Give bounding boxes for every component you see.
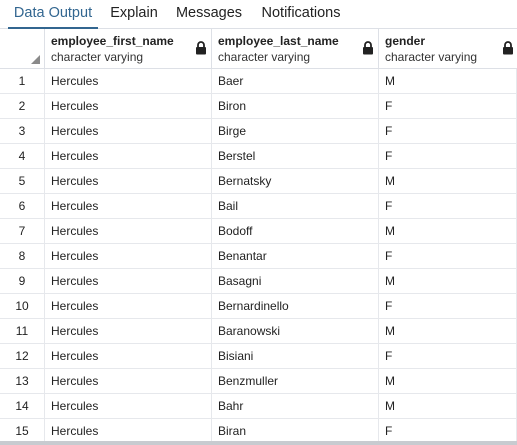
cell-employee-first-name[interactable]: Hercules bbox=[45, 94, 212, 118]
cell-employee-last-name[interactable]: Baranowski bbox=[212, 319, 379, 343]
cell-gender[interactable]: F bbox=[379, 119, 517, 143]
column-type: character varying bbox=[385, 50, 478, 64]
row-number[interactable]: 2 bbox=[0, 94, 45, 118]
cell-gender[interactable]: F bbox=[379, 144, 517, 168]
row-number[interactable]: 10 bbox=[0, 294, 45, 318]
grid-body: 1 Hercules Baer M 2 Hercules Biron F 3 Hercules Bi… bbox=[0, 69, 517, 444]
cell-employee-first-name[interactable]: Hercules bbox=[45, 169, 212, 193]
cell-gender[interactable]: M bbox=[379, 169, 517, 193]
cell-gender[interactable]: M bbox=[379, 319, 517, 343]
cell-gender[interactable]: M bbox=[379, 69, 517, 93]
column-header-employee-last-name[interactable]: employee_last_name character varying bbox=[212, 29, 379, 69]
cell-employee-last-name[interactable]: Bernatsky bbox=[212, 169, 379, 193]
cell-employee-first-name[interactable]: Hercules bbox=[45, 194, 212, 218]
table-row[interactable]: 8 Hercules Benantar F bbox=[0, 244, 517, 269]
cell-employee-last-name[interactable]: Benantar bbox=[212, 244, 379, 268]
table-row[interactable]: 11 Hercules Baranowski M bbox=[0, 319, 517, 344]
cell-employee-last-name[interactable]: Birge bbox=[212, 119, 379, 143]
table-row[interactable]: 1 Hercules Baer M bbox=[0, 69, 517, 94]
table-row[interactable]: 4 Hercules Berstel F bbox=[0, 144, 517, 169]
column-name: employee_first_name bbox=[51, 34, 174, 48]
row-number[interactable]: 7 bbox=[0, 219, 45, 243]
cell-employee-first-name[interactable]: Hercules bbox=[45, 269, 212, 293]
cell-gender[interactable]: F bbox=[379, 344, 517, 368]
cell-employee-first-name[interactable]: Hercules bbox=[45, 294, 212, 318]
cell-employee-first-name[interactable]: Hercules bbox=[45, 244, 212, 268]
cell-employee-first-name[interactable]: Hercules bbox=[45, 319, 212, 343]
data-output-grid: employee_first_name character varying em… bbox=[0, 29, 517, 445]
cell-employee-first-name[interactable]: Hercules bbox=[45, 69, 212, 93]
row-number[interactable]: 11 bbox=[0, 319, 45, 343]
table-row[interactable]: 5 Hercules Bernatsky M bbox=[0, 169, 517, 194]
row-number[interactable]: 1 bbox=[0, 69, 45, 93]
lock-icon bbox=[503, 41, 513, 55]
table-row[interactable]: 6 Hercules Bail F bbox=[0, 194, 517, 219]
cell-employee-first-name[interactable]: Hercules bbox=[45, 219, 212, 243]
column-name: employee_last_name bbox=[218, 34, 339, 48]
cell-employee-last-name[interactable]: Bodoff bbox=[212, 219, 379, 243]
lock-icon bbox=[196, 41, 206, 55]
cell-employee-first-name[interactable]: Hercules bbox=[45, 419, 212, 443]
cell-gender[interactable]: M bbox=[379, 219, 517, 243]
column-header-gender[interactable]: gender character varying bbox=[379, 29, 517, 69]
cell-employee-first-name[interactable]: Hercules bbox=[45, 369, 212, 393]
cell-employee-last-name[interactable]: Baer bbox=[212, 69, 379, 93]
cell-employee-last-name[interactable]: Bail bbox=[212, 194, 379, 218]
row-number[interactable]: 13 bbox=[0, 369, 45, 393]
row-number[interactable]: 14 bbox=[0, 394, 45, 418]
table-row[interactable]: 7 Hercules Bodoff M bbox=[0, 219, 517, 244]
tab-data-output[interactable]: Data Output bbox=[8, 0, 98, 29]
lock-icon bbox=[363, 41, 373, 55]
cell-employee-last-name[interactable]: Benzmuller bbox=[212, 369, 379, 393]
row-number[interactable]: 8 bbox=[0, 244, 45, 268]
table-row[interactable]: 2 Hercules Biron F bbox=[0, 94, 517, 119]
row-number[interactable]: 5 bbox=[0, 169, 45, 193]
cell-employee-first-name[interactable]: Hercules bbox=[45, 344, 212, 368]
column-type: character varying bbox=[51, 50, 144, 64]
cell-employee-last-name[interactable]: Bernardinello bbox=[212, 294, 379, 318]
row-number[interactable]: 4 bbox=[0, 144, 45, 168]
cell-gender[interactable]: F bbox=[379, 419, 517, 443]
row-number[interactable]: 3 bbox=[0, 119, 45, 143]
row-number[interactable]: 15 bbox=[0, 419, 45, 443]
tab-explain[interactable]: Explain bbox=[103, 0, 165, 29]
column-type: character varying bbox=[218, 50, 311, 64]
cell-employee-last-name[interactable]: Biran bbox=[212, 419, 379, 443]
row-number[interactable]: 9 bbox=[0, 269, 45, 293]
select-all-corner[interactable] bbox=[0, 29, 45, 69]
column-header-employee-first-name[interactable]: employee_first_name character varying bbox=[45, 29, 212, 69]
cell-employee-last-name[interactable]: Berstel bbox=[212, 144, 379, 168]
cell-employee-last-name[interactable]: Basagni bbox=[212, 269, 379, 293]
cell-employee-first-name[interactable]: Hercules bbox=[45, 394, 212, 418]
cell-gender[interactable]: M bbox=[379, 369, 517, 393]
cell-gender[interactable]: M bbox=[379, 394, 517, 418]
table-row[interactable]: 12 Hercules Bisiani F bbox=[0, 344, 517, 369]
cell-gender[interactable]: F bbox=[379, 194, 517, 218]
tab-messages[interactable]: Messages bbox=[170, 0, 248, 29]
table-row[interactable]: 3 Hercules Birge F bbox=[0, 119, 517, 144]
cell-employee-last-name[interactable]: Bisiani bbox=[212, 344, 379, 368]
cell-gender[interactable]: F bbox=[379, 294, 517, 318]
select-all-triangle-icon bbox=[31, 55, 40, 64]
table-row[interactable]: 13 Hercules Benzmuller M bbox=[0, 369, 517, 394]
horizontal-scrollbar[interactable] bbox=[0, 441, 517, 445]
cell-gender[interactable]: F bbox=[379, 94, 517, 118]
table-row[interactable]: 14 Hercules Bahr M bbox=[0, 394, 517, 419]
results-tab-bar: Data Output Explain Messages Notificatio… bbox=[0, 0, 517, 29]
table-row[interactable]: 10 Hercules Bernardinello F bbox=[0, 294, 517, 319]
tab-notifications[interactable]: Notifications bbox=[253, 0, 349, 29]
cell-gender[interactable]: F bbox=[379, 244, 517, 268]
row-number[interactable]: 12 bbox=[0, 344, 45, 368]
grid-header: employee_first_name character varying em… bbox=[0, 29, 517, 69]
table-row[interactable]: 9 Hercules Basagni M bbox=[0, 269, 517, 294]
cell-employee-first-name[interactable]: Hercules bbox=[45, 119, 212, 143]
cell-employee-last-name[interactable]: Biron bbox=[212, 94, 379, 118]
column-name: gender bbox=[385, 34, 426, 48]
cell-employee-first-name[interactable]: Hercules bbox=[45, 144, 212, 168]
row-number[interactable]: 6 bbox=[0, 194, 45, 218]
cell-employee-last-name[interactable]: Bahr bbox=[212, 394, 379, 418]
cell-gender[interactable]: M bbox=[379, 269, 517, 293]
